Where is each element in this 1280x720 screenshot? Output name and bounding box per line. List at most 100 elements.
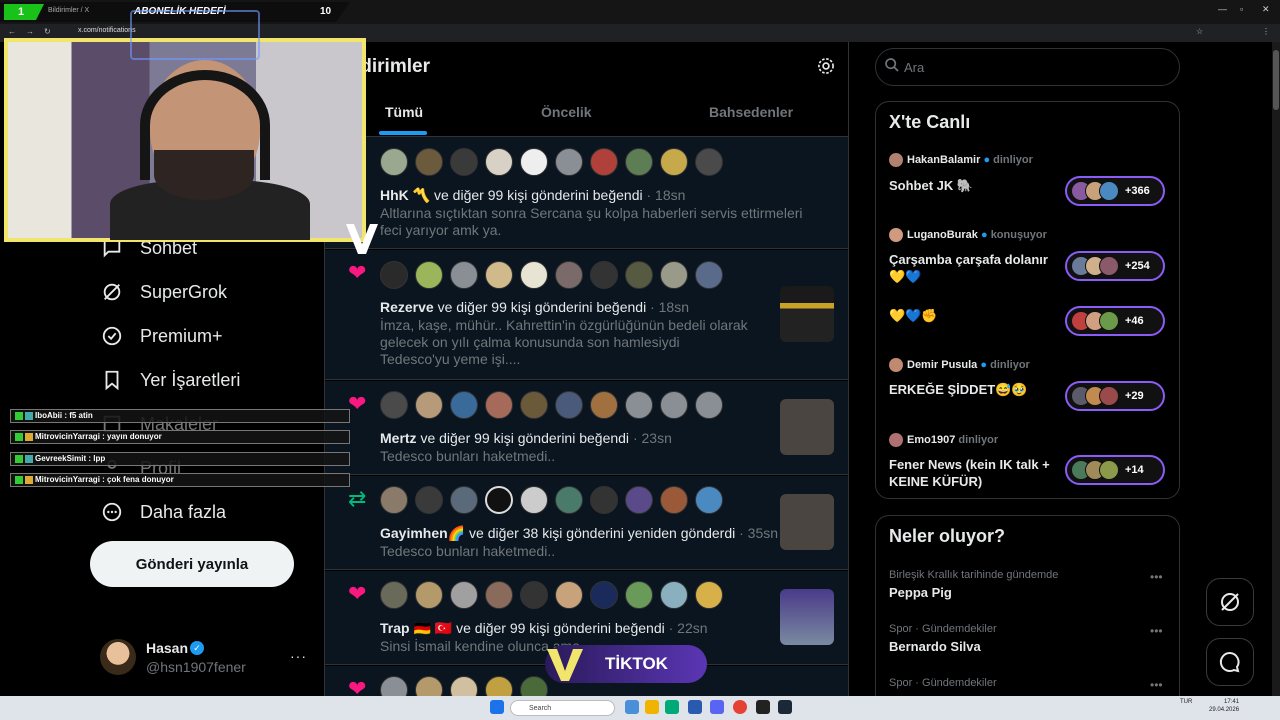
avatar[interactable] <box>415 148 443 176</box>
avatar[interactable] <box>520 581 548 609</box>
space-host[interactable]: Demir Pusula ● dinliyor <box>907 359 1030 371</box>
folder-icon[interactable] <box>645 700 659 714</box>
notification-item[interactable]: ❤ HhK 〽️ ve diğer 99 kişi gönderini beğe… <box>325 137 848 249</box>
space-host[interactable]: HakanBalamir ● dinliyor <box>907 154 1033 166</box>
avatar[interactable] <box>415 581 443 609</box>
app-icon[interactable] <box>688 700 702 714</box>
maximize-icon[interactable]: ▫ <box>1240 4 1243 14</box>
avatar[interactable] <box>590 486 618 514</box>
avatar[interactable] <box>625 486 653 514</box>
discord-icon[interactable] <box>710 700 724 714</box>
gear-icon[interactable] <box>816 56 836 76</box>
avatar[interactable] <box>485 486 513 514</box>
notification-user[interactable]: HhK <box>380 187 409 203</box>
nav-supergrok[interactable]: SuperGrok <box>100 274 227 310</box>
minimize-icon[interactable]: — <box>1218 4 1227 14</box>
browser-menu-icon[interactable]: ⋮ <box>1262 27 1270 36</box>
avatar[interactable] <box>590 261 618 289</box>
avatar[interactable] <box>450 261 478 289</box>
account-name[interactable]: Hasan <box>146 640 188 656</box>
avatar[interactable] <box>695 581 723 609</box>
avatar[interactable] <box>695 391 723 419</box>
forward-icon[interactable]: → <box>26 27 34 36</box>
notification-user[interactable]: Mertz <box>380 430 417 446</box>
avatar[interactable] <box>660 581 688 609</box>
account-handle[interactable]: @hsn1907fener <box>146 659 246 675</box>
space-title[interactable]: Fener News (kein IK talk + KEINE KÜFÜR) <box>889 456 1064 490</box>
avatar[interactable] <box>415 391 443 419</box>
grok-button[interactable] <box>1206 578 1254 626</box>
taskbar-search[interactable]: Search <box>510 700 615 716</box>
avatar[interactable] <box>450 486 478 514</box>
space-listeners-pill[interactable]: +366 <box>1065 176 1165 206</box>
avatar[interactable] <box>450 391 478 419</box>
app-icon[interactable] <box>665 700 679 714</box>
messages-button[interactable] <box>1206 638 1254 686</box>
avatar[interactable] <box>889 228 903 242</box>
space-title[interactable]: Çarşamba çarşafa dolanır💛💙 <box>889 251 1064 285</box>
space-title[interactable]: 💛💙✊ <box>889 307 1064 324</box>
chrome-icon[interactable] <box>733 700 747 714</box>
avatar[interactable] <box>660 261 688 289</box>
avatar[interactable] <box>450 148 478 176</box>
notification-item[interactable]: ⇄ Gayimhen🌈 ve diğer 38 kişi gönderini y… <box>325 476 848 570</box>
avatar[interactable] <box>485 261 513 289</box>
avatar[interactable] <box>485 581 513 609</box>
avatar[interactable] <box>415 261 443 289</box>
avatar[interactable] <box>695 261 723 289</box>
space-title[interactable]: ERKEĞE ŞİDDET😅🥹 <box>889 381 1064 398</box>
scrollbar-thumb[interactable] <box>1273 50 1279 110</box>
avatar[interactable] <box>520 391 548 419</box>
avatar[interactable] <box>450 581 478 609</box>
avatar[interactable] <box>625 391 653 419</box>
space-listeners-pill[interactable]: +254 <box>1065 251 1165 281</box>
avatar[interactable] <box>590 148 618 176</box>
post-thumbnail[interactable] <box>780 494 834 550</box>
nav-more[interactable]: Daha fazla <box>100 494 226 530</box>
avatar[interactable] <box>590 581 618 609</box>
nav-bookmarks[interactable]: Yer İşaretleri <box>100 362 240 398</box>
notification-item[interactable]: ❤ Mertz ve diğer 99 kişi gönderini beğen… <box>325 381 848 475</box>
tab-all[interactable]: Tümü <box>385 104 423 120</box>
avatar[interactable] <box>889 153 903 167</box>
avatar[interactable] <box>625 581 653 609</box>
notification-item[interactable]: ❤ Rezerve ve diğer 99 kişi gönderini beğ… <box>325 250 848 380</box>
avatar[interactable] <box>555 581 583 609</box>
avatar[interactable] <box>660 486 688 514</box>
url-field[interactable]: x.com/notifications <box>78 27 136 34</box>
avatar[interactable] <box>380 486 408 514</box>
avatar[interactable] <box>889 358 903 372</box>
space-host[interactable]: Emo1907 dinliyor <box>907 434 998 446</box>
more-icon[interactable]: ••• <box>1150 678 1163 692</box>
notification-user[interactable]: Rezerve <box>380 299 434 315</box>
close-icon[interactable]: ✕ <box>1262 4 1270 15</box>
avatar[interactable] <box>660 148 688 176</box>
space-host[interactable]: LuganoBurak ● konuşuyor <box>907 229 1047 241</box>
avatar[interactable] <box>380 148 408 176</box>
avatar[interactable] <box>415 486 443 514</box>
more-icon[interactable]: ••• <box>1150 624 1163 638</box>
bookmark-star-icon[interactable]: ☆ <box>1196 27 1203 36</box>
avatar[interactable] <box>590 391 618 419</box>
obs-icon[interactable] <box>756 700 770 714</box>
avatar[interactable] <box>520 261 548 289</box>
avatar[interactable] <box>100 639 136 675</box>
avatar[interactable] <box>555 391 583 419</box>
browser-tab-title[interactable]: Bildirimler / X <box>48 7 89 14</box>
start-icon[interactable] <box>490 700 504 714</box>
post-thumbnail[interactable] <box>780 286 834 342</box>
avatar[interactable] <box>555 486 583 514</box>
avatar[interactable] <box>485 391 513 419</box>
avatar[interactable] <box>380 261 408 289</box>
notification-user[interactable]: Trap <box>380 620 410 636</box>
avatar[interactable] <box>520 148 548 176</box>
avatar[interactable] <box>695 148 723 176</box>
avatar[interactable] <box>485 148 513 176</box>
space-title[interactable]: Sohbet JK 🐘 <box>889 177 1064 194</box>
space-listeners-pill[interactable]: +14 <box>1065 455 1165 485</box>
avatar[interactable] <box>380 391 408 419</box>
nav-premium[interactable]: Premium+ <box>100 318 223 354</box>
avatar[interactable] <box>520 486 548 514</box>
avatar[interactable] <box>380 581 408 609</box>
avatar[interactable] <box>695 486 723 514</box>
